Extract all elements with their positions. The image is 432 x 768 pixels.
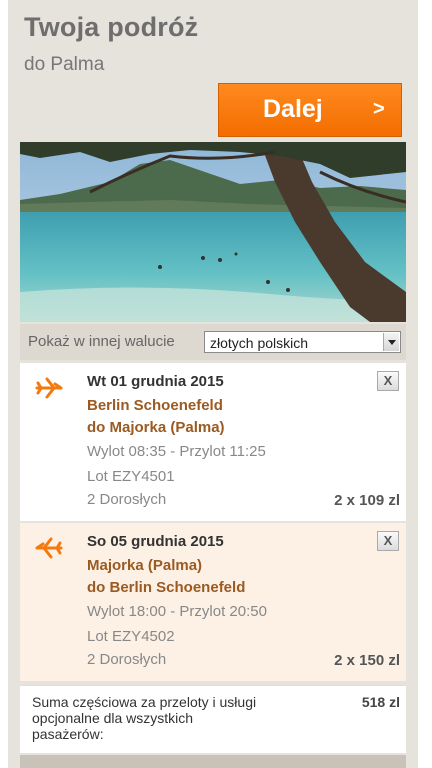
currency-bar: Pokaż w innej walucie złotych polskich [20,324,406,360]
remove-flight-button[interactable]: X [377,531,399,551]
flight-number: Lot EZY4502 [87,628,175,645]
next-button[interactable]: Dalej > [218,83,402,137]
plane-left-icon [35,537,63,559]
chevron-down-icon[interactable] [383,333,399,351]
flight-passengers: 2 Dorosłych [87,491,167,508]
flight-date: So 05 grudnia 2015 [87,533,224,550]
flight-origin: Berlin Schoenefeld [87,397,223,414]
subtotal-amount: 518 zl [361,694,400,710]
subtotal-label: Suma częściowa za przeloty i usługi opcj… [32,694,257,742]
currency-select[interactable]: złotych polskich [204,331,401,353]
flight-date: Wt 01 grudnia 2015 [87,373,224,390]
return-flight: So 05 grudnia 2015 Majorka (Palma) do Be… [20,523,406,681]
destination-subtitle: do Palma [24,54,105,75]
flight-destination: do Majorka (Palma) [87,419,225,436]
flight-price: 2 x 150 zl [334,652,400,669]
remove-flight-button[interactable]: X [377,371,399,391]
flight-times: Wylot 18:00 - Przylot 20:50 [87,603,267,620]
flight-destination: do Berlin Schoenefeld [87,579,246,596]
flight-price: 2 x 109 zl [334,492,400,509]
next-button-label: Dalej [263,95,323,123]
chevron-right-icon: > [373,98,385,120]
beach-landscape-image [20,142,406,322]
flight-number: Lot EZY4501 [87,468,175,485]
subtotal-section: Suma częściowa za przeloty i usługi opcj… [20,685,406,753]
plane-right-icon [35,377,63,399]
destination-photo [20,142,406,322]
currency-label: Pokaż w innej walucie [28,333,175,350]
flight-times: Wylot 08:35 - Przylot 11:25 [87,443,266,460]
flight-origin: Majorka (Palma) [87,557,203,574]
flight-passengers: 2 Dorosłych [87,651,167,668]
trip-panel: Twoja podróż do Palma Dalej > Pokaż w in… [8,0,418,768]
currency-select-value: złotych polskich [210,335,309,351]
outbound-flight: Wt 01 grudnia 2015 Berlin Schoenefeld do… [20,363,406,521]
panel-footer-strip [20,755,406,768]
page-title: Twoja podróż [24,12,199,42]
